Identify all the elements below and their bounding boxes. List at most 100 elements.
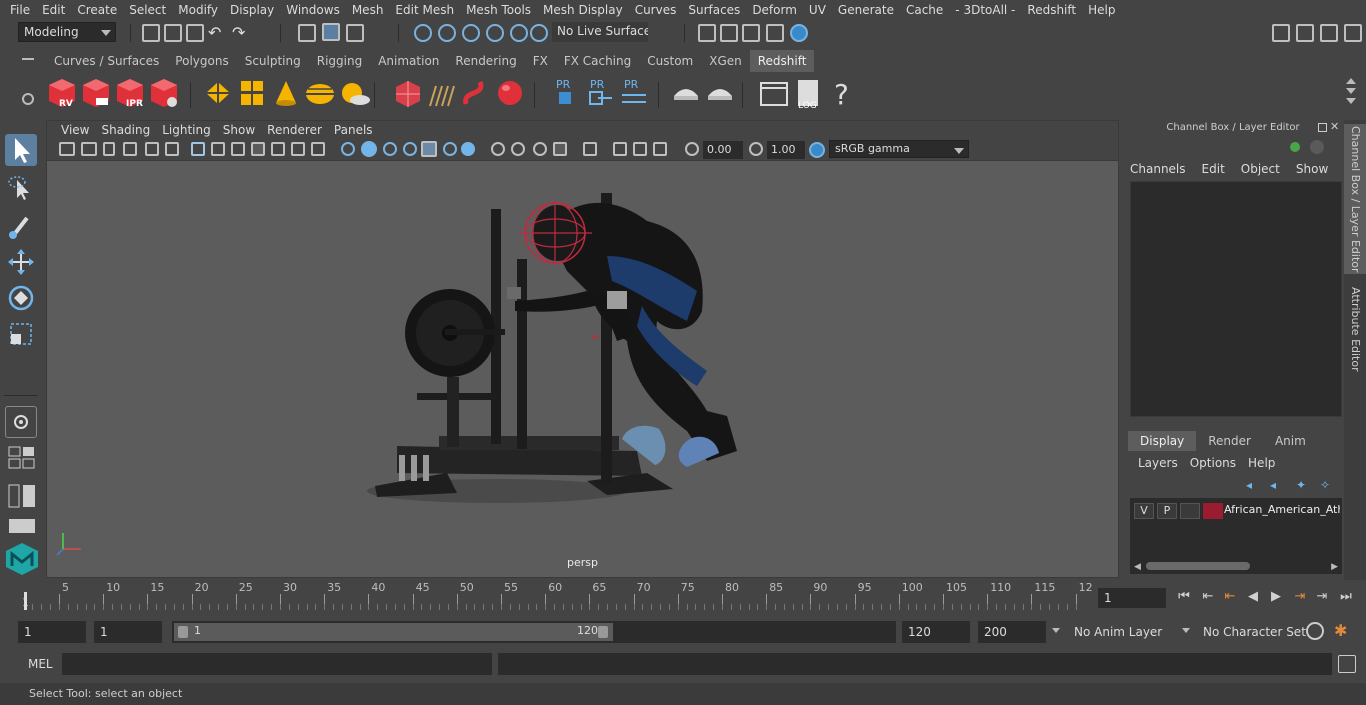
character-set-selector[interactable]: No Character Set bbox=[1197, 621, 1306, 643]
animation-end-field[interactable]: 200 bbox=[978, 621, 1046, 643]
chevron-down-icon[interactable] bbox=[1052, 628, 1060, 633]
select-by-hierarchy-icon[interactable] bbox=[298, 24, 316, 42]
redshift-ipr-icon[interactable]: IPR bbox=[114, 76, 146, 110]
mode-selector[interactable]: Modeling bbox=[18, 22, 116, 42]
redo-icon[interactable]: ↷ bbox=[232, 24, 250, 42]
log-icon[interactable]: LOG bbox=[792, 76, 824, 111]
redshift-render-icon[interactable] bbox=[80, 76, 112, 110]
viewport-menu-view[interactable]: View bbox=[55, 123, 95, 137]
anim-layer-selector[interactable]: No Anim Layer bbox=[1068, 621, 1168, 643]
shelf-settings-icon[interactable] bbox=[22, 93, 34, 105]
xray-joints-icon[interactable] bbox=[613, 142, 627, 156]
snap-icon[interactable] bbox=[530, 24, 548, 42]
channel-box-menu-edit[interactable]: Edit bbox=[1202, 162, 1225, 176]
layout-panes-icon[interactable] bbox=[8, 484, 36, 508]
menu-cache[interactable]: Cache bbox=[900, 0, 949, 20]
command-language-label[interactable]: MEL bbox=[28, 657, 53, 671]
menu-create[interactable]: Create bbox=[71, 0, 123, 20]
menu-edit[interactable]: Edit bbox=[36, 0, 71, 20]
shelf-tab-xgen[interactable]: XGen bbox=[701, 50, 750, 72]
shelf-tab-rigging[interactable]: Rigging bbox=[308, 50, 371, 72]
undo-icon[interactable]: ↶ bbox=[208, 24, 226, 42]
scale-tool[interactable] bbox=[5, 318, 37, 350]
menu-surfaces[interactable]: Surfaces bbox=[682, 0, 746, 20]
redshift-curve-icon[interactable] bbox=[460, 76, 492, 110]
shelf-tab-sculpting[interactable]: Sculpting bbox=[236, 50, 309, 72]
depth-of-field-icon[interactable] bbox=[533, 142, 547, 156]
redshift-sun-sky-icon[interactable] bbox=[338, 76, 370, 110]
breakdown-icon[interactable] bbox=[1310, 140, 1324, 154]
workspace-icon[interactable] bbox=[1272, 24, 1290, 42]
snap-to-view-plane-icon[interactable] bbox=[486, 24, 504, 42]
layer-scrollbar[interactable]: ◀ ▶ bbox=[1134, 560, 1338, 572]
shelf-tab-polygons[interactable]: Polygons bbox=[167, 50, 237, 72]
layer-name[interactable]: African_American_Athl bbox=[1224, 503, 1340, 516]
grease-pencil-icon[interactable] bbox=[165, 142, 179, 156]
select-camera-icon[interactable] bbox=[59, 142, 75, 156]
redshift-proxy-icon[interactable] bbox=[202, 76, 234, 110]
anti-aliasing-icon[interactable] bbox=[511, 142, 525, 156]
select-by-object-icon[interactable] bbox=[322, 23, 340, 41]
wireframe-on-shaded-icon[interactable] bbox=[383, 142, 397, 156]
viewport-menu-renderer[interactable]: Renderer bbox=[261, 123, 328, 137]
channel-box-menu-channels[interactable]: Channels bbox=[1130, 162, 1186, 176]
menu-file[interactable]: File bbox=[4, 0, 36, 20]
snap-to-curve-icon[interactable] bbox=[438, 24, 456, 42]
redshift-settings-icon[interactable] bbox=[148, 76, 180, 110]
animation-preferences-icon[interactable]: ✱ bbox=[1334, 622, 1354, 640]
rotate-tool[interactable] bbox=[5, 282, 37, 314]
render-settings-icon[interactable] bbox=[698, 24, 716, 42]
save-scene-icon[interactable] bbox=[186, 24, 204, 42]
3d-scene[interactable]: persp bbox=[47, 161, 1118, 577]
motion-blur-icon[interactable] bbox=[491, 142, 505, 156]
snap-to-point-icon[interactable] bbox=[462, 24, 480, 42]
go-to-start-icon[interactable]: ⏮ bbox=[1176, 589, 1192, 605]
toggle-channel-box-icon[interactable] bbox=[1344, 24, 1362, 42]
range-start-handle[interactable] bbox=[178, 626, 188, 638]
layer-playback-toggle[interactable]: P bbox=[1157, 503, 1177, 519]
shelf-tab-custom[interactable]: Custom bbox=[639, 50, 702, 72]
open-scene-icon[interactable] bbox=[164, 24, 182, 42]
playback-start-field[interactable]: 1 bbox=[94, 621, 162, 643]
key-icon[interactable] bbox=[1288, 140, 1302, 154]
chevron-down-icon[interactable] bbox=[1182, 628, 1190, 633]
show-manipulator-tool[interactable] bbox=[5, 406, 37, 438]
two-d-pan-zoom-icon[interactable] bbox=[145, 142, 159, 156]
wireframe-icon[interactable] bbox=[341, 142, 355, 156]
menu-mesh-display[interactable]: Mesh Display bbox=[537, 0, 629, 20]
channel-list[interactable] bbox=[1130, 181, 1342, 417]
menu-generate[interactable]: Generate bbox=[832, 0, 900, 20]
auto-key-icon[interactable] bbox=[1306, 622, 1324, 640]
layer-menu-options[interactable]: Options bbox=[1190, 456, 1236, 470]
bookmark-icon[interactable] bbox=[103, 142, 115, 156]
range-slider[interactable]: 1 120 bbox=[172, 621, 896, 643]
exposure-field[interactable]: 0.00 bbox=[703, 141, 743, 159]
field-chart-icon[interactable] bbox=[271, 142, 285, 156]
playback-end-field[interactable]: 120 bbox=[902, 621, 970, 643]
render-view-icon[interactable] bbox=[766, 24, 784, 42]
step-forward-key-icon[interactable]: ⇥ bbox=[1292, 589, 1308, 605]
ipr-render-icon[interactable] bbox=[742, 24, 760, 42]
redshift-volume-icon[interactable] bbox=[392, 76, 424, 110]
shelf-menu-icon[interactable] bbox=[22, 58, 34, 60]
channel-box-menu-object[interactable]: Object bbox=[1241, 162, 1280, 176]
resolution-gate-icon[interactable] bbox=[231, 142, 245, 156]
redshift-grid-icon[interactable] bbox=[236, 76, 268, 110]
redshift-render-view-icon[interactable]: RV bbox=[46, 76, 78, 110]
channel-box-menu-show[interactable]: Show bbox=[1296, 162, 1328, 176]
play-forwards-icon[interactable]: ▶ bbox=[1268, 589, 1284, 605]
use-default-lighting-icon[interactable] bbox=[421, 141, 437, 157]
pr-box-icon[interactable]: PR bbox=[550, 76, 582, 110]
float-panel-icon[interactable] bbox=[1318, 123, 1327, 132]
help-icon[interactable]: ? bbox=[826, 76, 858, 111]
viewport-menu-shading[interactable]: Shading bbox=[95, 123, 156, 137]
move-layer-down-icon[interactable]: ◂ bbox=[1270, 478, 1284, 492]
new-scene-icon[interactable] bbox=[142, 24, 160, 42]
grid-toggle-icon[interactable] bbox=[191, 142, 205, 156]
step-back-frame-icon[interactable]: ⇤ bbox=[1200, 589, 1216, 605]
menu-display[interactable]: Display bbox=[224, 0, 280, 20]
smooth-shade-icon[interactable] bbox=[361, 141, 377, 157]
redshift-sphere-icon[interactable] bbox=[494, 76, 526, 110]
gamma-icon[interactable] bbox=[749, 142, 763, 156]
animation-start-field[interactable]: 1 bbox=[18, 621, 86, 643]
